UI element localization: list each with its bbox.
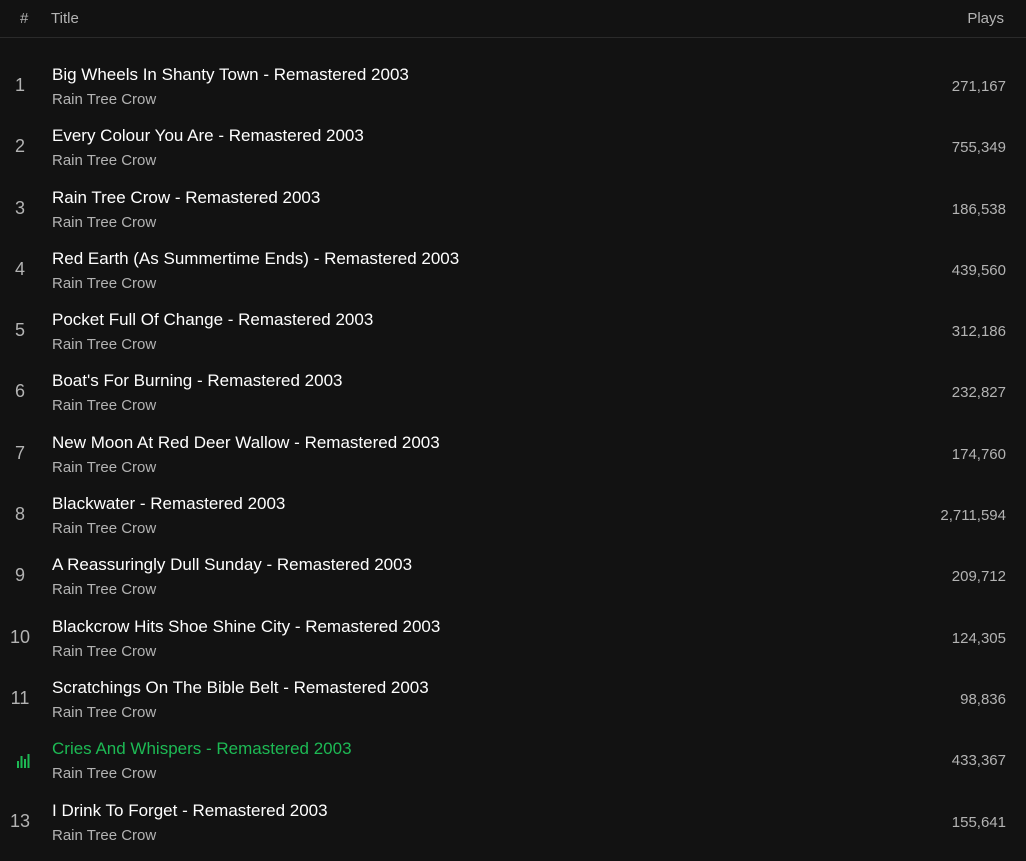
track-plays: 155,641 [951, 813, 1006, 831]
tracklist-header: # Title Plays [0, 0, 1026, 38]
track-number: 13 [9, 810, 31, 831]
equalizer-bars-icon [17, 754, 30, 769]
track-row[interactable]: 3 Rain Tree Crow - Remastered 2003 Rain Tr… [0, 179, 1026, 240]
track-number: 5 [14, 320, 25, 341]
track-row[interactable]: 4 Red Earth (As Summertime Ends) - Remast… [0, 240, 1026, 301]
track-title[interactable]: Blackcrow Hits Shoe Shine City - Remaste… [52, 617, 440, 637]
track-plays: 312,186 [951, 323, 1006, 341]
track-number: 10 [9, 626, 31, 647]
track-title[interactable]: Boat's For Burning - Remastered 2003 [52, 371, 343, 391]
track-number: 1 [14, 75, 25, 95]
track-row[interactable]: 9 A Reassuringly Dull Sunday - Remastered… [0, 546, 1026, 607]
track-title[interactable]: Scratchings On The Bible Belt - Remaster… [52, 678, 429, 698]
track-plays: 232,827 [951, 384, 1006, 402]
track-artist[interactable]: Rain Tree Crow [52, 765, 156, 782]
track-number: 4 [14, 258, 25, 279]
track-title[interactable]: Rain Tree Crow - Remastered 2003 [52, 188, 320, 208]
track-plays: 271,167 [951, 78, 1006, 95]
track-number: 11 [10, 687, 30, 708]
track-plays: 755,349 [951, 139, 1006, 157]
track-artist[interactable]: Rain Tree Crow [52, 152, 156, 169]
track-artist[interactable]: Rain Tree Crow [52, 581, 156, 598]
track-plays: 2,711,594 [940, 507, 1006, 525]
track-artist[interactable]: Rain Tree Crow [52, 397, 156, 414]
track-artist[interactable]: Rain Tree Crow [52, 336, 156, 353]
track-row[interactable]: 6 Boat's For Burning - Remastered 2003 Rai… [0, 362, 1026, 423]
track-row[interactable]: Cries And Whispers - Remastered 2003 Rain… [0, 730, 1026, 791]
track-row[interactable]: 13 I Drink To Forget - Remastered 2003 Rai… [0, 792, 1026, 853]
track-number: 8 [14, 504, 25, 525]
track-row[interactable]: 1 Big Wheels In Shanty Town - Remastered … [0, 56, 1026, 117]
track-number: 7 [14, 442, 25, 463]
track-plays: 433,367 [951, 752, 1006, 770]
header-title[interactable]: Title [51, 10, 79, 27]
header-plays[interactable]: Plays [967, 10, 1004, 27]
track-list: 1 Big Wheels In Shanty Town - Remastered … [0, 56, 1026, 853]
track-artist[interactable]: Rain Tree Crow [52, 704, 156, 721]
track-row[interactable]: 7 New Moon At Red Deer Wallow - Remastere… [0, 424, 1026, 485]
track-artist[interactable]: Rain Tree Crow [52, 643, 156, 660]
track-number: 6 [14, 381, 25, 402]
track-title[interactable]: Red Earth (As Summertime Ends) - Remaste… [52, 249, 459, 269]
track-title[interactable]: Big Wheels In Shanty Town - Remastered 2… [52, 65, 409, 85]
track-title[interactable]: Cries And Whispers - Remastered 2003 [52, 739, 352, 759]
track-title[interactable]: Pocket Full Of Change - Remastered 2003 [52, 310, 373, 330]
track-number: 3 [14, 197, 25, 218]
track-plays: 124,305 [951, 629, 1006, 647]
track-plays: 174,760 [951, 445, 1006, 463]
track-row[interactable]: 11 Scratchings On The Bible Belt - Remast… [0, 669, 1026, 730]
track-number: 9 [14, 565, 25, 586]
track-row[interactable]: 2 Every Colour You Are - Remastered 2003 R… [0, 117, 1026, 178]
track-plays: 186,538 [951, 200, 1006, 218]
track-plays: 209,712 [951, 568, 1006, 586]
track-title[interactable]: Every Colour You Are - Remastered 2003 [52, 126, 364, 146]
track-artist[interactable]: Rain Tree Crow [52, 214, 156, 231]
track-plays: 439,560 [951, 261, 1006, 279]
track-title[interactable]: Blackwater - Remastered 2003 [52, 494, 285, 514]
track-number: 2 [14, 136, 25, 157]
track-row[interactable]: 10 Blackcrow Hits Shoe Shine City - Remas… [0, 608, 1026, 669]
track-artist[interactable]: Rain Tree Crow [52, 459, 156, 476]
track-artist[interactable]: Rain Tree Crow [52, 520, 156, 537]
track-artist[interactable]: Rain Tree Crow [52, 275, 156, 292]
track-artist[interactable]: Rain Tree Crow [52, 827, 156, 844]
track-plays: 98,836 [960, 690, 1006, 708]
header-number: # [20, 10, 29, 27]
track-artist[interactable]: Rain Tree Crow [52, 91, 156, 108]
track-row[interactable]: 5 Pocket Full Of Change - Remastered 2003… [0, 301, 1026, 362]
track-title[interactable]: A Reassuringly Dull Sunday - Remastered … [52, 555, 412, 575]
track-row[interactable]: 8 Blackwater - Remastered 2003 Rain Tree C… [0, 485, 1026, 546]
track-title[interactable]: New Moon At Red Deer Wallow - Remastered… [52, 433, 440, 453]
track-title[interactable]: I Drink To Forget - Remastered 2003 [52, 801, 328, 821]
